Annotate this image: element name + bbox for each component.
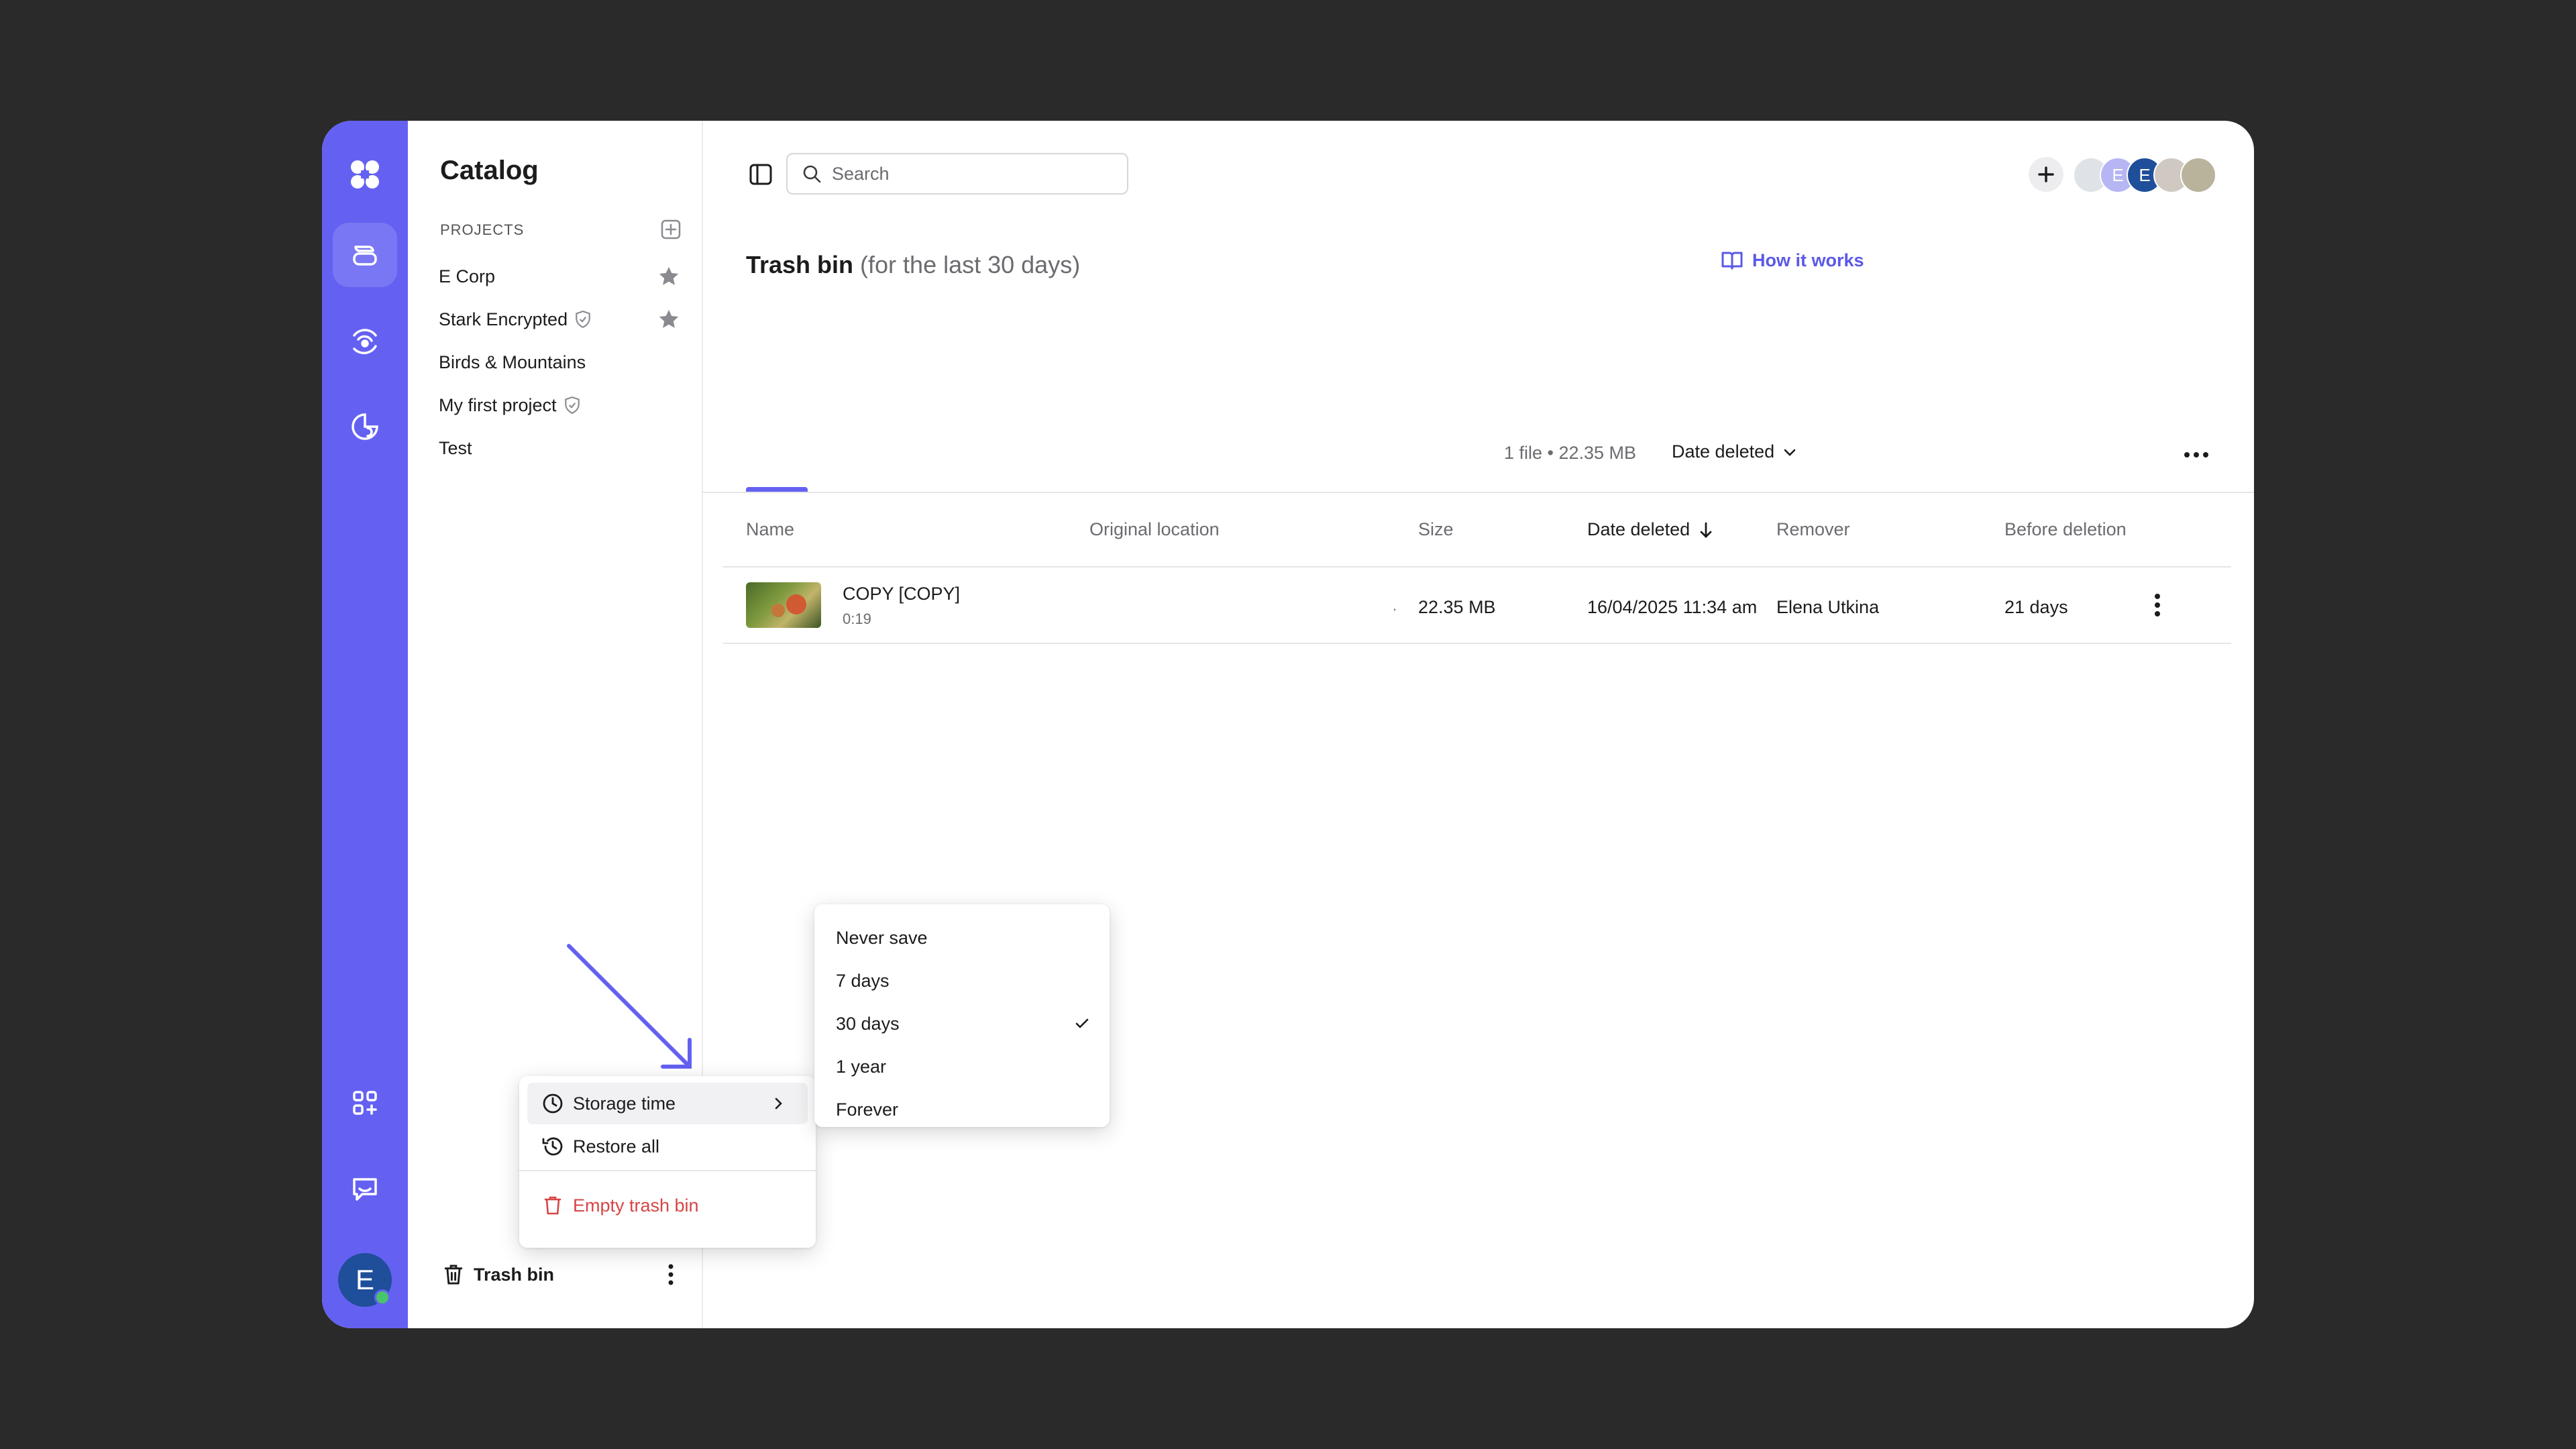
broadcast-icon[interactable] <box>333 309 397 373</box>
column-header-size[interactable]: Size <box>1418 519 1454 540</box>
clock-icon <box>543 1093 563 1114</box>
projects-label: PROJECTS <box>440 221 525 238</box>
page-title-subtitle: (for the last 30 days) <box>860 251 1081 278</box>
sort-dropdown-label: Date deleted <box>1672 441 1775 462</box>
star-icon[interactable] <box>657 308 680 331</box>
plus-icon <box>2038 166 2054 182</box>
project-item-birds-mountains[interactable]: Birds & Mountains <box>439 346 680 378</box>
column-header-date-deleted[interactable]: Date deleted <box>1587 519 1715 540</box>
user-avatar-initial: E <box>355 1264 374 1295</box>
chevron-down-icon <box>1784 449 1796 456</box>
sort-arrow-down-icon <box>1700 522 1712 538</box>
restore-icon <box>542 1137 563 1156</box>
file-remover: Elena Utkina <box>1776 597 1880 617</box>
menu-divider <box>519 1170 816 1171</box>
file-before-deletion: 21 days <box>2004 597 2068 617</box>
online-status-dot <box>374 1289 390 1305</box>
row-more-icon[interactable] <box>2143 590 2172 620</box>
storage-option-7-days[interactable]: 7 days <box>836 962 1096 1000</box>
sort-dropdown[interactable]: Date deleted <box>1672 441 1799 462</box>
menu-item-label: Empty trash bin <box>573 1195 699 1216</box>
member-avatars[interactable]: E E <box>2073 157 2216 193</box>
table-row-divider <box>723 643 2231 644</box>
search-box[interactable] <box>786 153 1128 195</box>
trash-context-menu: Storage time Restore all Empty trash bin <box>519 1076 816 1248</box>
column-header-name[interactable]: Name <box>746 519 794 540</box>
trash-icon <box>444 1265 463 1285</box>
column-header-location[interactable]: Original location <box>1089 519 1220 540</box>
project-name: E Corp <box>439 266 496 286</box>
sidebar-toggle-icon[interactable] <box>747 161 774 188</box>
file-duration: 0:19 <box>843 610 871 627</box>
project-item-my-first-project[interactable]: My first project <box>439 389 680 421</box>
file-size: 22.35 MB <box>1418 597 1496 617</box>
more-vertical-icon[interactable] <box>657 1261 684 1288</box>
table-header-divider <box>723 566 2231 568</box>
column-header-remover[interactable]: Remover <box>1776 519 1850 540</box>
more-horizontal-icon[interactable] <box>2180 439 2212 471</box>
project-name: Birds & Mountains <box>439 352 586 372</box>
trash-bin-item[interactable]: Trash bin <box>443 1258 684 1291</box>
menu-item-empty-trash[interactable]: Empty trash bin <box>527 1185 808 1226</box>
star-icon[interactable] <box>657 265 680 288</box>
shield-icon <box>576 311 590 329</box>
project-name: Stark Encrypted <box>439 309 568 329</box>
app-window: E Catalog PROJECTS E Corp Stark Encrypte… <box>322 121 2254 1328</box>
storage-option-forever[interactable]: Forever <box>836 1091 1096 1128</box>
file-summary: 1 file • 22.35 MB <box>1504 443 1637 463</box>
file-date-deleted: 16/04/2025 11:34 am <box>1587 597 1758 617</box>
project-name: Test <box>439 437 472 458</box>
search-icon <box>803 165 821 183</box>
trash-icon <box>544 1196 561 1215</box>
catalog-title: Catalog <box>440 156 539 185</box>
search-input[interactable] <box>830 162 1115 185</box>
file-name: COPY [COPY] <box>843 584 961 604</box>
member-avatar <box>2180 157 2216 193</box>
nav-rail: E <box>322 121 408 1328</box>
how-it-works-link[interactable]: How it works <box>1720 248 1864 272</box>
project-item-test[interactable]: Test <box>439 432 680 464</box>
storage-option-never[interactable]: Never save <box>836 919 1096 957</box>
menu-item-storage-time[interactable]: Storage time <box>527 1083 808 1124</box>
add-project-icon[interactable] <box>660 219 682 240</box>
project-item-e-corp[interactable]: E Corp <box>439 260 680 292</box>
trash-bin-label: Trash bin <box>474 1264 555 1285</box>
logo-icon[interactable] <box>333 142 397 207</box>
page-title-main: Trash bin <box>746 251 854 278</box>
add-member-button[interactable] <box>2029 157 2063 192</box>
tab-divider <box>702 492 2254 493</box>
storage-option-1-year[interactable]: 1 year <box>836 1048 1096 1085</box>
storage-option-30-days[interactable]: 30 days <box>836 1005 1096 1042</box>
file-original-location: . <box>1393 597 1397 614</box>
file-thumbnail <box>746 582 821 628</box>
catalog-icon[interactable] <box>333 223 397 287</box>
apps-icon[interactable] <box>333 1071 397 1135</box>
menu-item-label: Storage time <box>573 1093 676 1114</box>
annotation-arrow <box>567 944 692 1069</box>
user-avatar[interactable]: E <box>338 1253 392 1307</box>
chevron-right-icon <box>775 1097 782 1110</box>
menu-item-restore-all[interactable]: Restore all <box>527 1126 808 1167</box>
page-title: Trash bin (for the last 30 days) <box>746 251 1080 279</box>
storage-time-submenu: Never save 7 days 30 days 1 year Forever <box>814 904 1110 1127</box>
checkmark-icon <box>1075 1018 1089 1028</box>
chat-icon[interactable] <box>333 1157 397 1221</box>
project-name: My first project <box>439 394 557 415</box>
shield-icon <box>564 396 580 415</box>
project-item-stark-encrypted[interactable]: Stark Encrypted <box>439 303 680 335</box>
main-area: E E Trash bin (for the last 30 days) How… <box>702 121 2254 1328</box>
how-it-works-label: How it works <box>1752 250 1864 270</box>
column-header-before-deletion[interactable]: Before deletion <box>2004 519 2127 540</box>
analytics-icon[interactable] <box>333 394 397 459</box>
book-icon <box>1721 252 1743 270</box>
menu-item-label: Restore all <box>573 1136 660 1157</box>
